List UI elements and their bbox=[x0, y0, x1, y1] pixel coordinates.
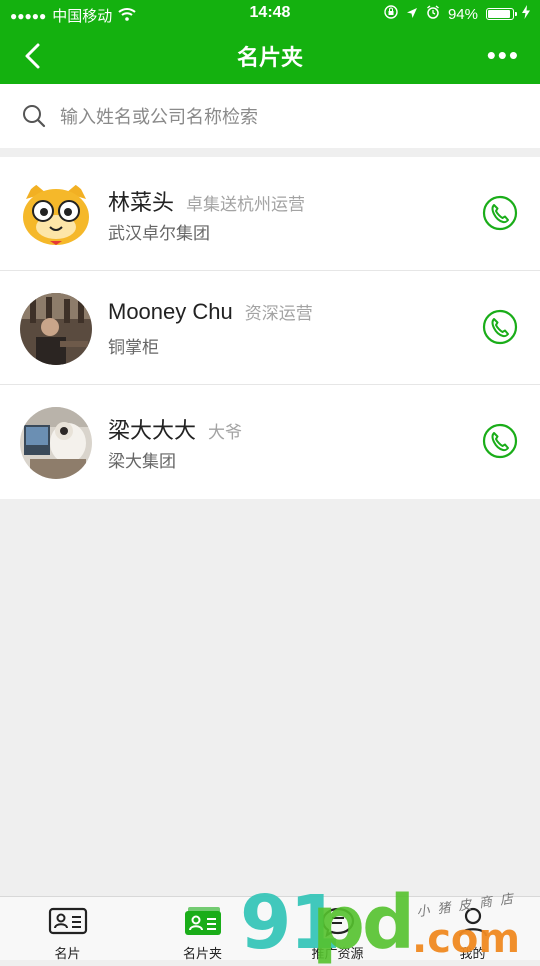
contact-name: Mooney Chu bbox=[108, 299, 233, 324]
tab-label: 名片夹 bbox=[182, 946, 222, 961]
card-holder-icon bbox=[185, 907, 221, 935]
card-icon bbox=[48, 907, 88, 935]
contact-row[interactable]: Mooney Chu 资深运营 铜掌柜 bbox=[0, 271, 540, 385]
contact-name-line: 林菜头 卓集送杭州运营 bbox=[108, 185, 305, 217]
battery-percent: 94% bbox=[447, 5, 478, 23]
user-icon bbox=[458, 907, 488, 937]
tab-label: 推广资源 bbox=[311, 946, 364, 961]
contact-name-line: 梁大大大 大爷 bbox=[108, 413, 242, 445]
battery-fill bbox=[488, 10, 510, 18]
tab-label: 名片 bbox=[54, 946, 81, 961]
contact-row[interactable]: 林菜头 卓集送杭州运营 武汉卓尔集团 bbox=[0, 157, 540, 271]
chat-icon bbox=[321, 907, 355, 937]
photo-avatar bbox=[20, 407, 92, 479]
contact-company: 梁大集团 bbox=[108, 452, 176, 471]
phone-icon[interactable] bbox=[482, 309, 518, 345]
alarm-icon bbox=[426, 5, 440, 23]
contact-name: 梁大大大 bbox=[108, 418, 197, 443]
cartoon-cat-avatar bbox=[20, 179, 92, 251]
orientation-lock-icon bbox=[384, 5, 398, 23]
contact-list: 林菜头 卓集送杭州运营 武汉卓尔集团 Mooney Chu 资深运营 铜掌柜 梁… bbox=[0, 157, 540, 499]
contact-role: 资深运营 bbox=[244, 304, 313, 323]
contact-row[interactable]: 梁大大大 大爷 梁大集团 bbox=[0, 385, 540, 499]
tab-promotion[interactable]: 推广资源 bbox=[270, 897, 405, 961]
location-icon bbox=[406, 6, 418, 23]
page-title: 名片夹 bbox=[236, 45, 303, 70]
more-button[interactable]: ••• bbox=[487, 42, 520, 68]
nav-bar: 名片夹 ••• bbox=[0, 28, 540, 84]
contact-role: 大爷 bbox=[208, 423, 243, 442]
search-input[interactable] bbox=[58, 102, 502, 132]
charging-icon bbox=[522, 5, 530, 23]
contact-role: 卓集送杭州运营 bbox=[186, 195, 306, 214]
phone-icon[interactable] bbox=[482, 195, 518, 231]
search-icon bbox=[23, 105, 46, 128]
search-bar bbox=[0, 84, 540, 148]
contact-name: 林菜头 bbox=[108, 190, 175, 215]
status-bar: ●●●●● 中国移动 14:48 94% bbox=[0, 0, 540, 28]
tab-label: 我的 bbox=[459, 946, 486, 961]
phone-icon[interactable] bbox=[482, 423, 518, 459]
photo-avatar bbox=[20, 293, 92, 365]
contact-name-line: Mooney Chu 资深运营 bbox=[108, 299, 313, 325]
header: ●●●●● 中国移动 14:48 94% 名片夹 ••• bbox=[0, 0, 540, 84]
tab-card-holder[interactable]: 名片夹 bbox=[135, 897, 270, 961]
contact-company: 铜掌柜 bbox=[108, 338, 159, 357]
tab-card[interactable]: 名片 bbox=[0, 897, 135, 961]
tab-bar: 名片 名片夹 推广资源 我的 bbox=[0, 896, 540, 961]
battery-icon bbox=[486, 8, 517, 20]
contact-company: 武汉卓尔集团 bbox=[108, 224, 210, 243]
status-right: 94% bbox=[384, 5, 530, 23]
tab-mine[interactable]: 我的 bbox=[405, 897, 540, 961]
